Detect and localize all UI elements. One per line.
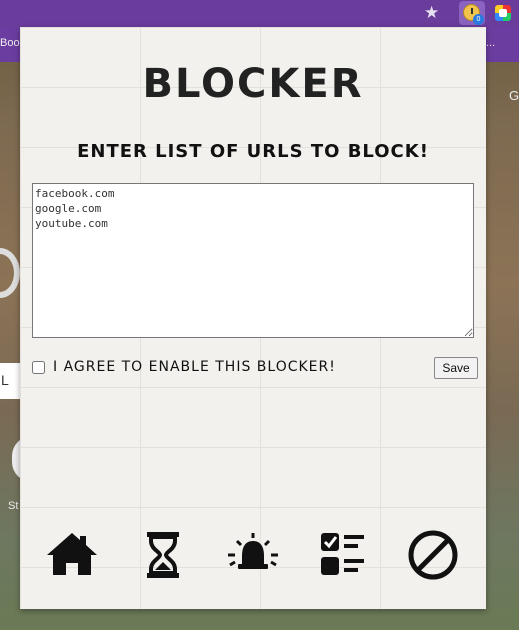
- url-list-textarea[interactable]: [32, 183, 474, 338]
- browser-toolbar: ★ 0: [0, 0, 519, 27]
- background-text-st: St: [8, 500, 19, 512]
- bookmark-overflow[interactable]: ...: [486, 37, 495, 49]
- blocker-extension-button[interactable]: 0: [459, 1, 485, 25]
- background-shape: [0, 248, 20, 298]
- background-text-l: L: [1, 372, 9, 388]
- hourglass-icon[interactable]: [135, 529, 191, 581]
- checklist-icon[interactable]: [315, 529, 371, 581]
- extension-badge: 0: [473, 14, 484, 25]
- background-text-g: G: [509, 88, 519, 103]
- agree-checkbox[interactable]: [32, 360, 45, 374]
- popup-title: BLOCKER: [142, 61, 364, 107]
- color-extension-icon[interactable]: [495, 5, 511, 21]
- alarm-bell-icon[interactable]: [225, 529, 281, 581]
- background-search-box: L: [0, 363, 22, 399]
- bookmark-star-icon[interactable]: ★: [424, 3, 439, 23]
- bookmark-item[interactable]: Boo: [0, 37, 20, 49]
- save-button[interactable]: Save: [434, 357, 478, 379]
- agree-row[interactable]: I AGREE TO ENABLE THIS BLOCKER!: [32, 359, 336, 375]
- home-icon[interactable]: [44, 529, 100, 581]
- popup-subtitle: ENTER LIST OF URLS TO BLOCK!: [77, 141, 429, 162]
- agree-label: I AGREE TO ENABLE THIS BLOCKER!: [53, 359, 336, 375]
- block-icon[interactable]: [405, 529, 461, 581]
- blocker-popup: BLOCKER ENTER LIST OF URLS TO BLOCK! I A…: [20, 27, 486, 609]
